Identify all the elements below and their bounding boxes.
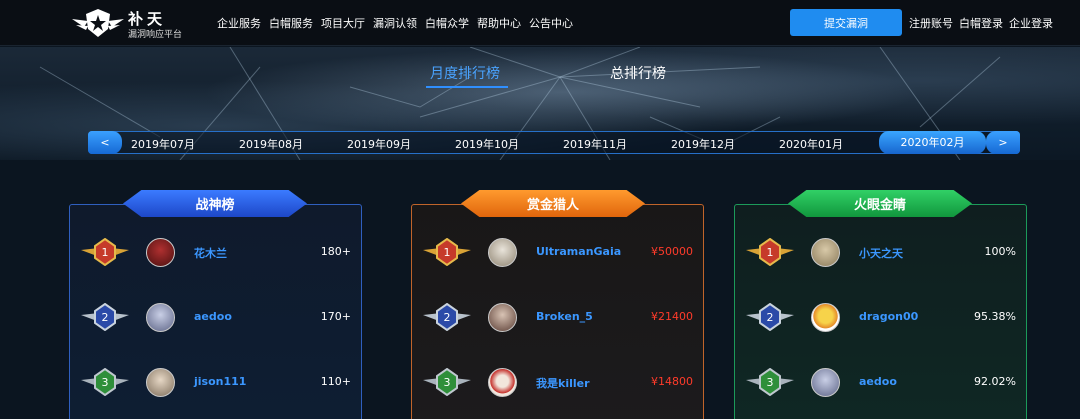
avatar[interactable] [146, 368, 175, 397]
top-header: 补天 漏洞响应平台 企业服务 白帽服务 项目大厅 漏洞认领 白帽众学 帮助中心 … [0, 0, 1080, 46]
logo-subtitle: 漏洞响应平台 [128, 30, 183, 40]
avatar[interactable] [811, 368, 840, 397]
username[interactable]: dragon00 [859, 310, 918, 323]
avatar[interactable] [488, 238, 517, 267]
month-item[interactable]: 2020年01月 [761, 136, 861, 152]
rank-1-badge-icon: 1 [81, 238, 129, 266]
nav-whitehat-learning[interactable]: 白帽众学 [425, 15, 469, 31]
rank-2-badge-icon: 2 [81, 303, 129, 331]
bounty-amount: ¥21400 [651, 310, 693, 323]
nav-announcements[interactable]: 公告中心 [529, 15, 573, 31]
board-title-bounty-hunter: 赏金猎人 [461, 190, 645, 217]
enterprise-login-link[interactable]: 企业登录 [1009, 15, 1053, 31]
rank-row[interactable]: 3 jison111 110+ [70, 366, 363, 398]
rank-2-badge-icon: 2 [423, 303, 471, 331]
rank-3-badge-icon: 3 [746, 368, 794, 396]
rank-row[interactable]: 2 aedoo 170+ [70, 301, 363, 333]
avatar[interactable] [146, 303, 175, 332]
rank-row[interactable]: 3 aedoo 92.02% [735, 366, 1028, 398]
nav-whitehat-services[interactable]: 白帽服务 [269, 15, 313, 31]
rank-row[interactable]: 1 UltramanGaia ¥50000 [412, 236, 705, 268]
accuracy-rate: 100% [984, 245, 1016, 258]
svg-text:1: 1 [102, 246, 109, 259]
accuracy-rate: 95.38% [974, 310, 1016, 323]
whitehat-login-link[interactable]: 白帽登录 [959, 15, 1003, 31]
month-selector: < 2019年07月 2019年08月 2019年09月 2019年10月 20… [88, 131, 1020, 154]
bounty-amount: ¥14800 [651, 375, 693, 388]
submit-vuln-button[interactable]: 提交漏洞 [790, 9, 902, 36]
month-item[interactable]: 2019年07月 [113, 136, 213, 152]
svg-text:3: 3 [102, 376, 109, 389]
score: 110+ [320, 375, 351, 388]
month-item-selected[interactable]: 2020年02月 [879, 131, 986, 154]
chevron-left-icon: < [100, 136, 110, 149]
ranking-tabs: 月度排行榜 总排行榜 [0, 63, 1080, 89]
svg-text:2: 2 [444, 311, 451, 324]
username[interactable]: 小天之天 [859, 245, 903, 261]
month-item[interactable]: 2019年09月 [329, 136, 429, 152]
account-links: 注册账号 白帽登录 企业登录 [909, 15, 1059, 31]
nav-help-center[interactable]: 帮助中心 [477, 15, 521, 31]
rank-1-badge-icon: 1 [746, 238, 794, 266]
month-item[interactable]: 2019年10月 [437, 136, 537, 152]
svg-text:3: 3 [767, 376, 774, 389]
svg-text:2: 2 [102, 311, 109, 324]
avatar[interactable] [488, 303, 517, 332]
rank-3-badge-icon: 3 [81, 368, 129, 396]
nav-enterprise-services[interactable]: 企业服务 [217, 15, 261, 31]
username[interactable]: 我是killer [536, 375, 590, 391]
username[interactable]: aedoo [194, 310, 232, 323]
rank-row[interactable]: 2 Broken_5 ¥21400 [412, 301, 705, 333]
username[interactable]: aedoo [859, 375, 897, 388]
rank-2-badge-icon: 2 [746, 303, 794, 331]
username[interactable]: UltramanGaia [536, 245, 621, 258]
avatar[interactable] [488, 368, 517, 397]
star-shield-icon [72, 9, 124, 37]
score: 180+ [320, 245, 351, 258]
ranking-banner: 月度排行榜 总排行榜 < 2019年07月 2019年08月 2019年09月 … [0, 47, 1080, 160]
main-nav: 企业服务 白帽服务 项目大厅 漏洞认领 白帽众学 帮助中心 公告中心 [217, 15, 581, 31]
rank-row[interactable]: 2 dragon00 95.38% [735, 301, 1028, 333]
rank-row[interactable]: 1 花木兰 180+ [70, 236, 363, 268]
active-tab-indicator [426, 86, 508, 88]
avatar[interactable] [811, 238, 840, 267]
username[interactable]: jison111 [194, 375, 246, 388]
svg-text:2: 2 [767, 311, 774, 324]
next-month-button[interactable]: > [986, 131, 1020, 154]
svg-text:1: 1 [767, 246, 774, 259]
nav-project-hall[interactable]: 项目大厅 [321, 15, 365, 31]
tab-monthly-ranking[interactable]: 月度排行榜 [430, 63, 500, 83]
accuracy-rate: 92.02% [974, 375, 1016, 388]
username[interactable]: 花木兰 [194, 245, 227, 261]
rank-1-badge-icon: 1 [423, 238, 471, 266]
bounty-amount: ¥50000 [651, 245, 693, 258]
nav-vuln-claim[interactable]: 漏洞认领 [373, 15, 417, 31]
score: 170+ [320, 310, 351, 323]
month-item[interactable]: 2019年08月 [221, 136, 321, 152]
svg-text:3: 3 [444, 376, 451, 389]
month-item[interactable]: 2019年11月 [545, 136, 645, 152]
site-logo[interactable]: 补天 漏洞响应平台 [70, 7, 200, 40]
username[interactable]: Broken_5 [536, 310, 593, 323]
month-item[interactable]: 2019年12月 [653, 136, 753, 152]
tab-total-ranking[interactable]: 总排行榜 [610, 63, 666, 83]
rank-3-badge-icon: 3 [423, 368, 471, 396]
rank-row[interactable]: 3 我是killer ¥14800 [412, 366, 705, 398]
avatar[interactable] [146, 238, 175, 267]
logo-title: 补天 [128, 10, 167, 28]
avatar[interactable] [811, 303, 840, 332]
svg-text:1: 1 [444, 246, 451, 259]
board-bounty-hunter: 1 UltramanGaia ¥50000 2 Broken_5 ¥21400 … [411, 204, 704, 419]
board-title-sharp-eye: 火眼金睛 [788, 190, 972, 217]
register-link[interactable]: 注册账号 [909, 15, 953, 31]
rank-row[interactable]: 1 小天之天 100% [735, 236, 1028, 268]
board-sharp-eye: 1 小天之天 100% 2 dragon00 95.38% 3 aedoo 92… [734, 204, 1027, 419]
chevron-right-icon: > [998, 136, 1008, 149]
board-title-war-god: 战神榜 [123, 190, 307, 217]
board-war-god: 1 花木兰 180+ 2 aedoo 170+ 3 jison111 110+ [69, 204, 362, 419]
